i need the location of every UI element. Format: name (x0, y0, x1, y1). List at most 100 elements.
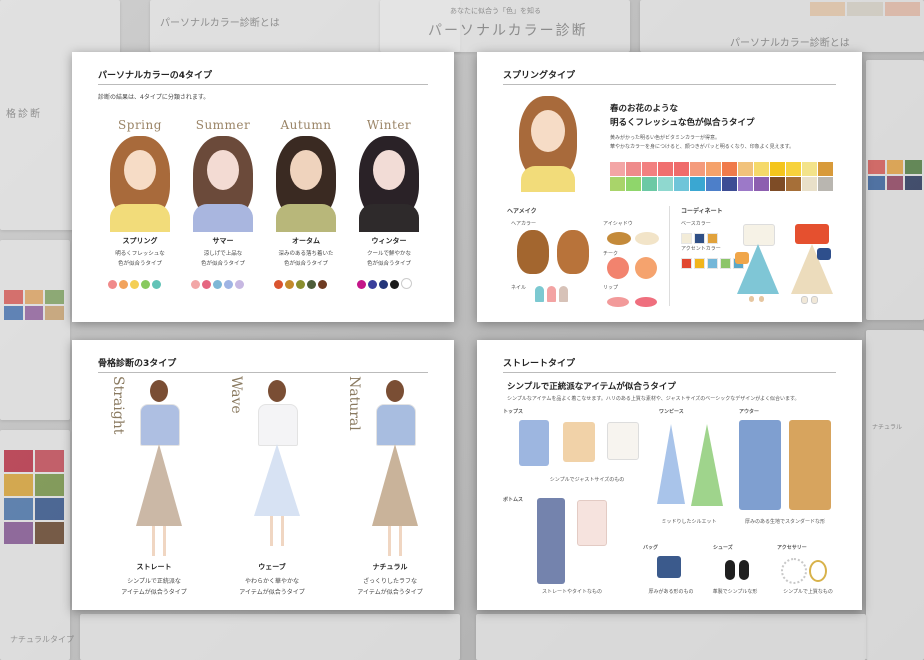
season-jp-name: サマー (212, 237, 234, 245)
season-jp-name: ウィンター (371, 237, 407, 245)
bg-natural-label: ナチュラル (872, 424, 903, 431)
season-description: 深みのある落ち着いた (278, 251, 334, 257)
cheek-label: チーク (603, 251, 619, 257)
body-type-description: ざっくりしたラフな (362, 578, 417, 585)
palette-swatch (690, 162, 705, 176)
palette-swatch (754, 162, 769, 176)
figure-legs (388, 526, 402, 556)
shoes-label: シューズ (713, 545, 733, 551)
makeup-label: ヘアメイク (507, 208, 537, 215)
season-color-dots (191, 274, 261, 293)
color-swatch (707, 258, 718, 269)
eyeshadow-label: アイシャドウ (603, 221, 633, 227)
card-personal-color-types[interactable]: パーソナルカラーの4タイプ 診断の結果は、4タイプに分類されます。 Spring… (72, 52, 454, 322)
portrait-face (124, 150, 156, 190)
portrait-top (359, 204, 419, 232)
palette-swatch (706, 177, 721, 191)
body-line1: 黄みがかった明るい色がビタミンカラーが得意。 (610, 135, 721, 141)
headline-line1: 春のお花のような (610, 104, 679, 114)
body-type-jp-name: ストレート (136, 563, 172, 571)
outfit-top (795, 224, 829, 244)
color-dot (130, 280, 139, 289)
season-color-dots (274, 274, 344, 293)
necklace-icon (781, 558, 807, 584)
bag-item (657, 556, 681, 578)
shirt-item (519, 420, 549, 466)
title-rule (98, 84, 428, 85)
shoe-right (739, 560, 749, 580)
color-dot (141, 280, 150, 289)
card-straight-type[interactable]: ストレートタイプ シンプルで正統派なアイテムが似合うタイプ シンプルなアイテムを… (477, 340, 862, 610)
season-description: 明るくフレッシュな (115, 251, 165, 257)
portrait-face (290, 150, 322, 190)
palette-swatch (642, 162, 657, 176)
palette-swatch (802, 177, 817, 191)
card-title: ストレートタイプ (503, 359, 576, 369)
title-rule (98, 372, 428, 373)
bg-card-right-mid (866, 60, 924, 320)
coat-camel (789, 420, 831, 510)
bg-card-bottom-right (476, 614, 866, 660)
palette-swatch (706, 162, 721, 176)
palette-swatch (626, 177, 641, 191)
figure-top (140, 404, 180, 446)
outer-label: アウター (739, 409, 760, 415)
bg-card-right-bottom: ナチュラル (866, 330, 924, 660)
intro-text: 診断の結果は、4タイプに分類されます。 (98, 94, 210, 101)
headline: シンプルで正統派なアイテムが似合うタイプ (507, 382, 676, 392)
shoe-left (725, 560, 735, 580)
body-type-name: Wave (228, 376, 244, 414)
palette-swatch (786, 162, 801, 176)
color-dot (108, 280, 117, 289)
color-palette (610, 162, 834, 192)
color-dot (235, 280, 244, 289)
palette-swatch (754, 177, 769, 191)
bg-title-partial: 格診断 (6, 109, 42, 120)
palette-swatch (658, 177, 673, 191)
palette-swatch (610, 162, 625, 176)
color-dot (357, 280, 366, 289)
palette-swatch (818, 162, 833, 176)
season-summer: Summer サマー 涼しげで上品な 色が似合うタイプ (185, 112, 261, 317)
color-dot (152, 280, 161, 289)
card-spring-type[interactable]: スプリングタイプ 春のお花のような 明るくフレッシュな色が似合うタイプ 黄みがか… (477, 52, 862, 322)
palette-row (610, 162, 834, 176)
bag-caption: 厚みがある形のもの (648, 589, 694, 595)
body-line2: 華やかなカラーを身につけると、顔つきがパッと明るくなり、印象よく見えます。 (610, 144, 795, 150)
body-type-description: アイテムが似合うタイプ (121, 589, 187, 596)
color-dot (119, 280, 128, 289)
spring-portrait (515, 92, 581, 192)
portrait-top (193, 204, 253, 232)
bg-card-top-right: パーソナルカラー診断とは (640, 0, 924, 52)
palette-swatch (674, 177, 689, 191)
palette-swatch (722, 177, 737, 191)
cheek-swatches (607, 257, 657, 283)
season-jp-name: オータム (292, 237, 320, 245)
title-rule (503, 372, 836, 373)
season-name: Spring (118, 118, 162, 132)
bg-heading: パーソナルカラー診断 (428, 23, 588, 39)
lip-label: リップ (603, 285, 619, 291)
season-color-dots (357, 274, 427, 293)
card-body-types[interactable]: 骨格診断の3タイプ Straight ストレート シンプルで正統派な アイテムが似合う… (72, 340, 454, 610)
palette-swatch (786, 177, 801, 191)
haircolor-label: ヘアカラー (511, 221, 537, 227)
body-type-straight: Straight ストレート シンプルで正統派な アイテムが似合うタイプ (98, 374, 210, 606)
coordinate-label: コーディネート (681, 208, 723, 215)
ring-icon (809, 560, 827, 582)
outfit-shoe-right (759, 296, 764, 302)
color-dot (318, 280, 327, 289)
color-swatch (694, 233, 705, 244)
body-type-description: シンプルで正統派な (127, 578, 181, 585)
color-dot (191, 280, 200, 289)
color-dot (224, 280, 233, 289)
body-type-name: Natural (346, 376, 362, 431)
portrait-face (373, 150, 405, 190)
bg-swatches (810, 2, 920, 16)
color-dot (285, 280, 294, 289)
outfit-bag (817, 248, 831, 260)
figure-head (268, 380, 286, 402)
season-autumn: Autumn オータム 深みのある落ち着いた 色が似合うタイプ (268, 112, 344, 317)
palette-swatch (770, 177, 785, 191)
body-type-description: アイテムが似合うタイプ (239, 589, 305, 596)
